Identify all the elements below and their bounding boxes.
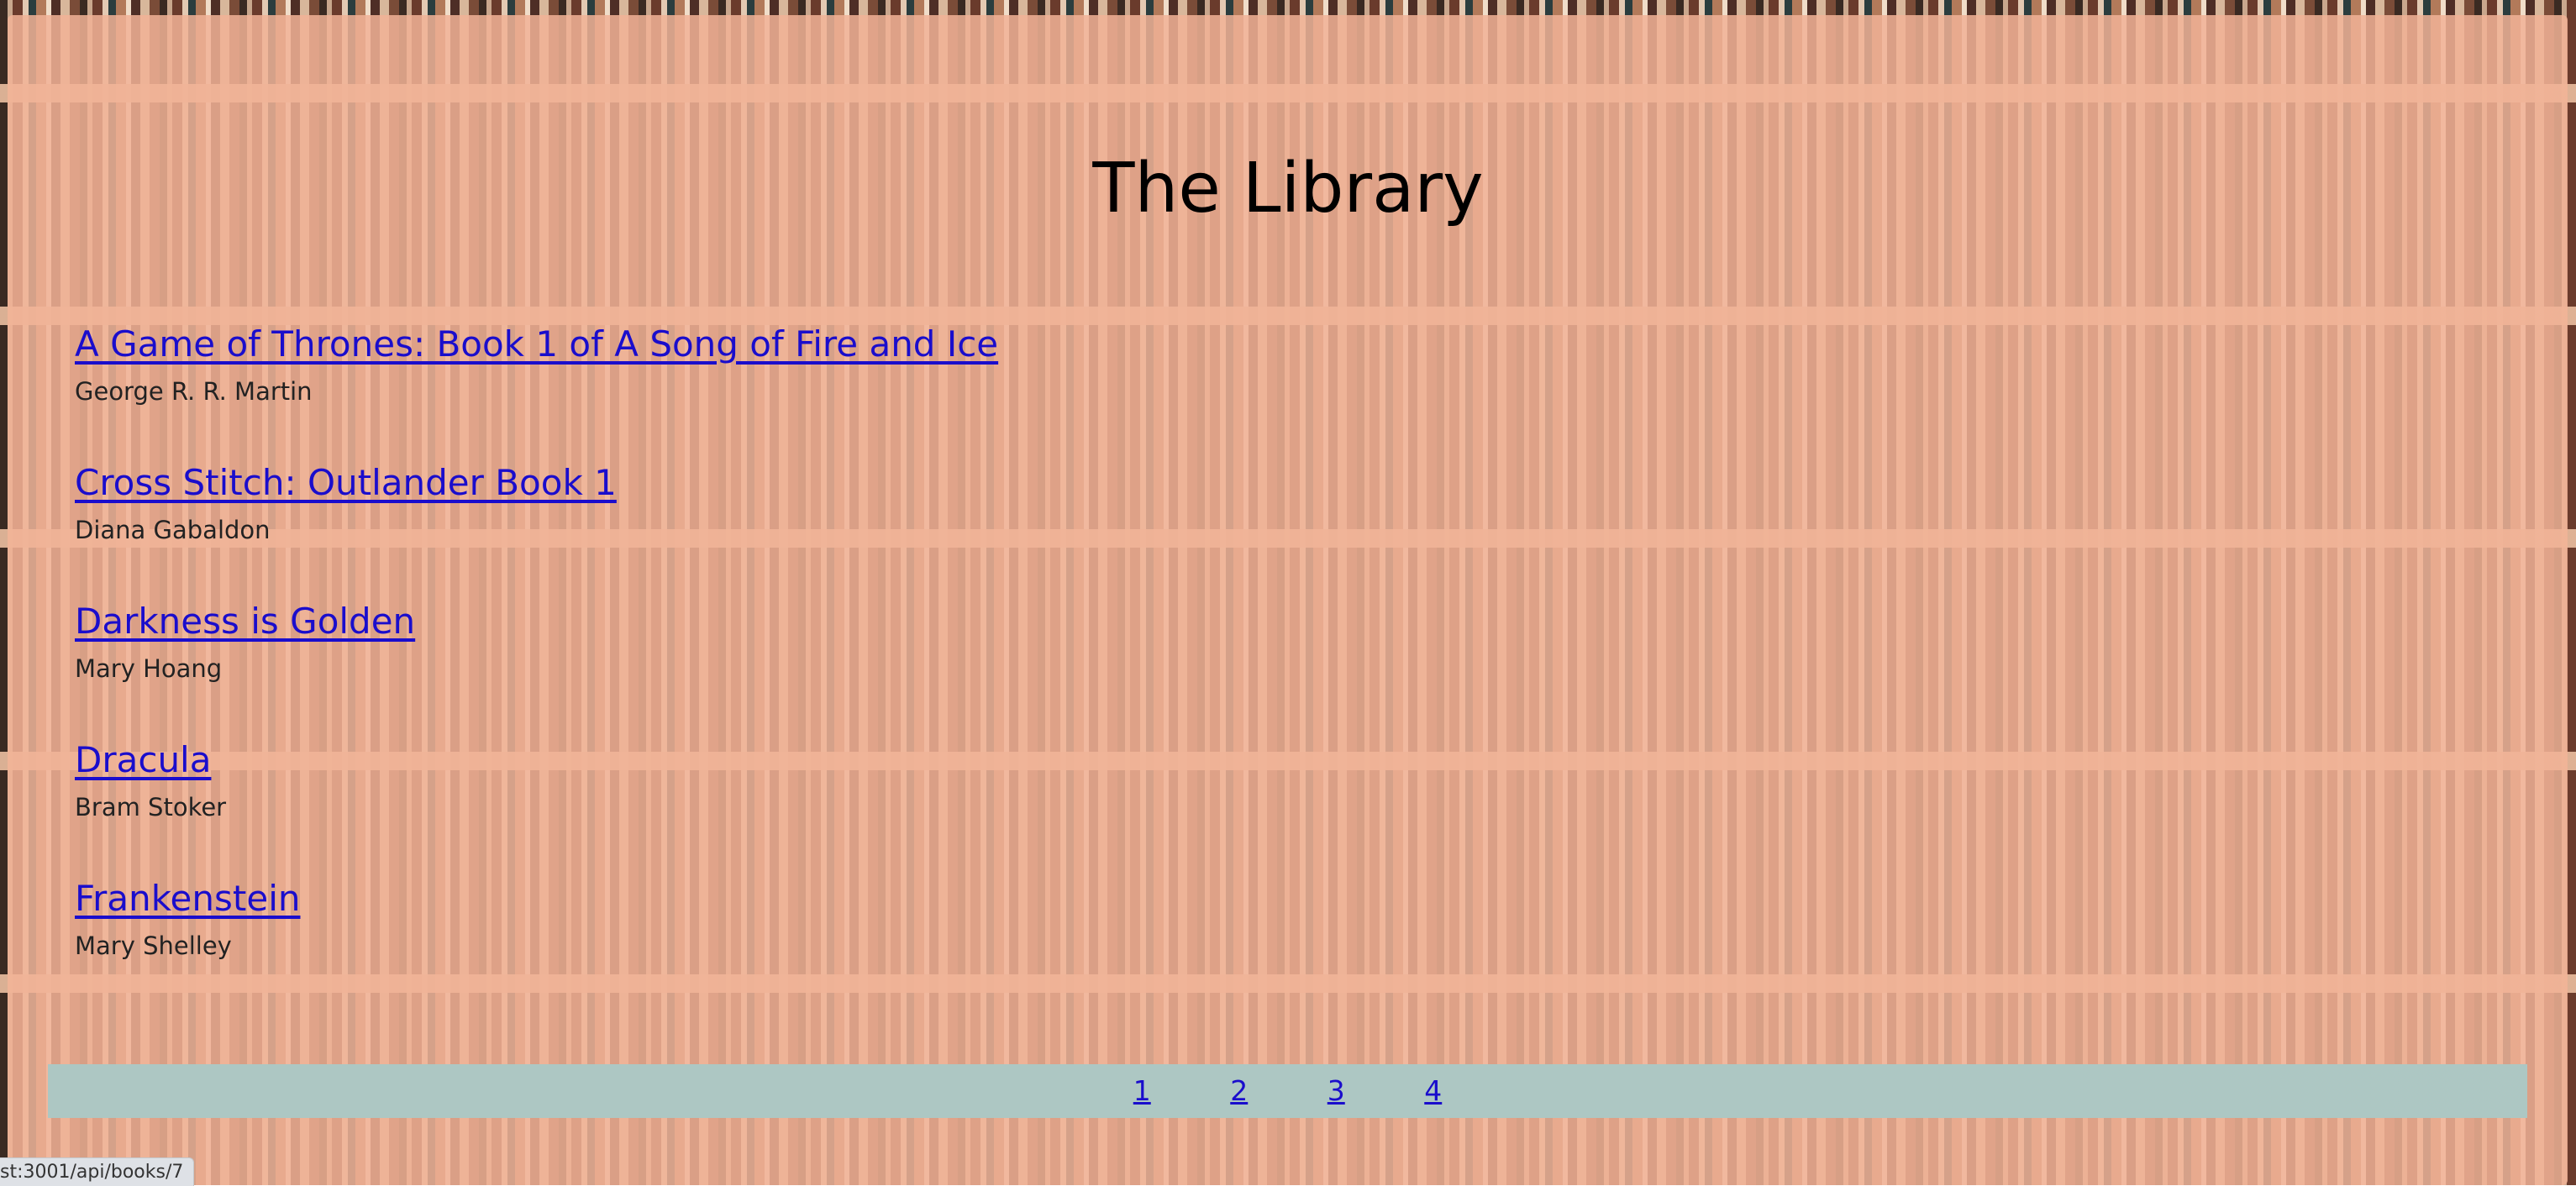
page-link-3[interactable]: 3 bbox=[1327, 1064, 1345, 1118]
book-item: Cross Stitch: Outlander Book 1 Diana Gab… bbox=[75, 458, 998, 596]
book-title-link[interactable]: A Game of Thrones: Book 1 of A Song of F… bbox=[75, 319, 998, 370]
book-title-link[interactable]: Darkness is Golden bbox=[75, 596, 415, 647]
book-title-link[interactable]: Cross Stitch: Outlander Book 1 bbox=[75, 458, 617, 508]
book-item: Dracula Bram Stoker bbox=[75, 735, 998, 874]
book-item: A Game of Thrones: Book 1 of A Song of F… bbox=[75, 319, 998, 458]
status-bar-url: st:3001/api/books/7 bbox=[0, 1157, 195, 1186]
book-author: Mary Hoang bbox=[75, 654, 223, 683]
book-author: Bram Stoker bbox=[75, 793, 227, 821]
page-link-4[interactable]: 4 bbox=[1424, 1064, 1442, 1118]
book-item: Frankenstein Mary Shelley bbox=[75, 874, 998, 1012]
pagination-bar: 1 2 3 4 bbox=[48, 1064, 2527, 1118]
book-author: George R. R. Martin bbox=[75, 377, 313, 406]
book-item: Darkness is Golden Mary Hoang bbox=[75, 596, 998, 735]
page-link-1[interactable]: 1 bbox=[1133, 1064, 1151, 1118]
book-list: A Game of Thrones: Book 1 of A Song of F… bbox=[75, 319, 998, 1012]
book-title-link[interactable]: Dracula bbox=[75, 735, 211, 785]
page-link-2[interactable]: 2 bbox=[1230, 1064, 1248, 1118]
page-title: The Library bbox=[1092, 149, 1484, 228]
book-title-link[interactable]: Frankenstein bbox=[75, 874, 301, 924]
book-author: Diana Gabaldon bbox=[75, 516, 271, 544]
book-author: Mary Shelley bbox=[75, 931, 232, 960]
